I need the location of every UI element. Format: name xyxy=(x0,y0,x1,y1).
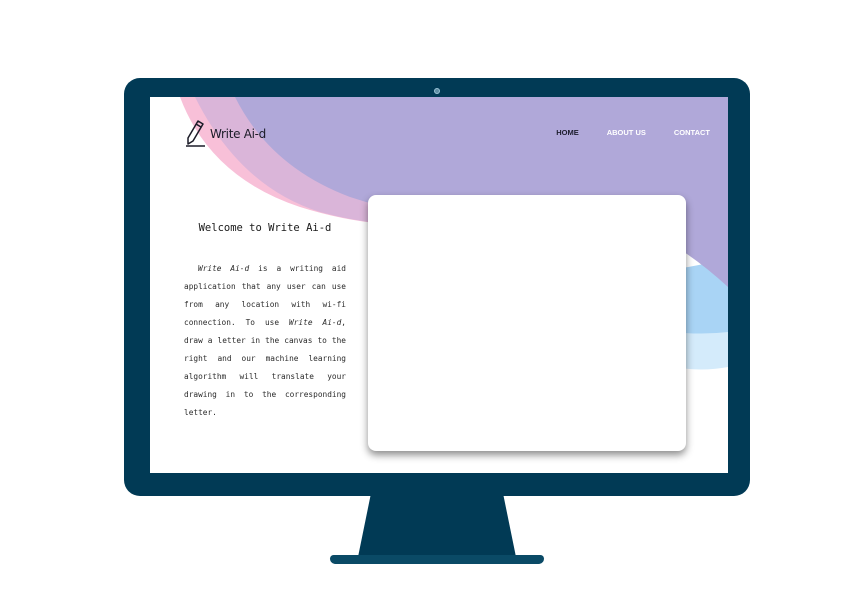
main-nav: HOME ABOUT US CONTACT xyxy=(556,128,710,137)
brand-logo[interactable]: Write Ai-d xyxy=(184,119,266,149)
screen: Write Ai-d HOME ABOUT US CONTACT Welcome… xyxy=(150,97,728,473)
nav-home[interactable]: HOME xyxy=(556,128,579,137)
app-name: Write Ai-d xyxy=(198,264,250,273)
intro-text-2: , draw a letter in the canvas to the rig… xyxy=(184,318,346,417)
nav-contact[interactable]: CONTACT xyxy=(674,128,710,137)
nav-about-us[interactable]: ABOUT US xyxy=(607,128,646,137)
intro-paragraph: Write Ai-d is a writing aid application … xyxy=(184,260,346,422)
pencil-icon xyxy=(186,120,205,147)
welcome-heading: Welcome to Write Ai-d xyxy=(198,222,332,234)
webcam-icon xyxy=(434,88,440,94)
monitor-base xyxy=(330,555,544,564)
drawing-canvas[interactable] xyxy=(368,195,686,451)
brand-name: Write Ai-d xyxy=(210,127,266,141)
monitor-stand xyxy=(358,495,516,557)
app-name-2: Write Ai-d xyxy=(289,318,342,327)
